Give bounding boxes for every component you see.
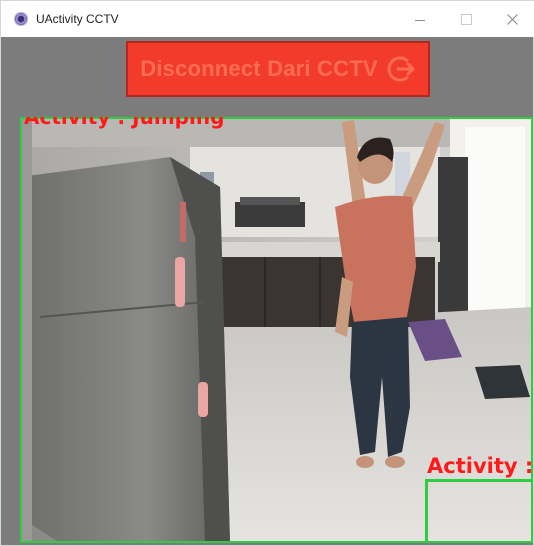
maximize-icon <box>460 13 472 25</box>
app-eye-icon <box>14 12 28 26</box>
app-window: UActivity CCTV Disconnect Dari CCTV Acti… <box>0 0 534 546</box>
logout-icon <box>387 56 415 82</box>
client-area: Disconnect Dari CCTV Activity: Jumping … <box>1 37 533 545</box>
maximize-button[interactable] <box>443 1 489 37</box>
detection-box-lower <box>425 479 533 543</box>
close-button[interactable] <box>489 1 534 37</box>
minimize-icon <box>415 19 425 21</box>
activity-label-top: Activity : Jumping <box>24 117 225 129</box>
window-controls <box>397 1 534 37</box>
cctv-video-feed: Activity : Jumping Activity : <box>20 117 533 543</box>
window-title: UActivity CCTV <box>36 12 119 26</box>
disconnect-button-label: Disconnect Dari CCTV <box>140 56 378 81</box>
activity-label-bottom: Activity : <box>427 454 533 478</box>
minimize-button[interactable] <box>397 1 443 37</box>
close-icon <box>506 13 518 25</box>
title-bar[interactable]: UActivity CCTV <box>1 1 534 37</box>
disconnect-button[interactable]: Disconnect Dari CCTV <box>126 41 430 97</box>
